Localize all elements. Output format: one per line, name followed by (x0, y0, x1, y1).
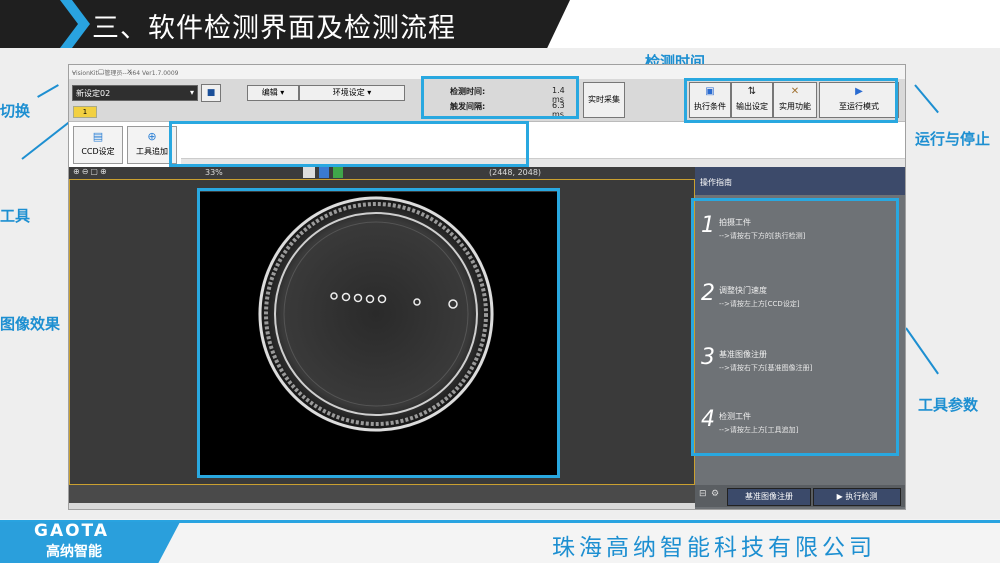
setting-value: 新设定02 (76, 89, 111, 98)
live-capture-button[interactable]: 实时采集 (583, 82, 625, 118)
highlight-tool-params (691, 198, 899, 456)
callout-tool-params: 工具参数 (918, 396, 979, 414)
setting-badge: 1 (73, 106, 97, 118)
callout-line (905, 327, 939, 375)
guide-header: 操作指南 (695, 167, 905, 195)
ccd-settings-button[interactable]: ▤ CCD设定 (73, 126, 123, 164)
register-reference-button[interactable]: 基准图像注册 (727, 488, 811, 506)
edit-menu[interactable]: 编辑 ▾ (247, 85, 299, 101)
window-controls[interactable]: – ▢ ✕ (72, 68, 899, 76)
ccd-settings-label: CCD设定 (81, 147, 115, 156)
highlight-image (197, 188, 560, 478)
callout-image-effect: 图像效果 (0, 315, 61, 333)
live-capture-label: 实时采集 (588, 95, 620, 104)
image-toolbar: ⊕⊖▢⊕ 33% (2448, 2048) (69, 167, 695, 179)
callout-switch: 切换 (0, 102, 31, 120)
env-settings-menu[interactable]: 环境设定 ▾ (299, 85, 405, 101)
zoom-level: 33% (205, 168, 223, 177)
cursor-coords: (2448, 2048) (489, 168, 542, 177)
company-name: 珠海高纳智能科技有限公司 (552, 535, 876, 561)
run-detect-button[interactable]: ▶ 执行检测 (813, 488, 901, 506)
lock-icon[interactable]: ⊟ (699, 489, 707, 499)
callout-run-stop: 运行与停止 (915, 130, 991, 148)
logo-subtitle: 高纳智能 (46, 544, 102, 560)
color-swatch[interactable] (333, 167, 343, 178)
status-bar (69, 485, 695, 503)
guide-title: 操作指南 (700, 178, 732, 187)
callout-tools: 工具 (0, 207, 31, 225)
gear-icon[interactable]: ⚙ (711, 489, 719, 499)
env-menu-label: 环境设定 (332, 88, 365, 97)
company-logo: GAOTA (34, 521, 109, 541)
guide-footer: ⊟ ⚙ 基准图像注册 ▶ 执行检测 (695, 485, 905, 507)
zoom-tools-icon[interactable]: ⊕⊖▢⊕ (73, 167, 109, 176)
grid-icon[interactable] (303, 167, 315, 178)
edit-menu-label: 编辑 (261, 88, 278, 97)
camera-icon: ▤ (92, 130, 104, 143)
callout-line (37, 84, 59, 98)
slide-title: 三、软件检测界面及检测流程 (92, 13, 456, 44)
highlight-tools (169, 121, 529, 167)
highlight-detect-time (421, 76, 579, 119)
run-detect-label: 执行检测 (845, 492, 878, 501)
register-label: 基准图像注册 (745, 492, 793, 501)
setting-select[interactable]: 新设定02 ▾ (72, 85, 198, 101)
save-icon[interactable]: ■ (201, 84, 221, 102)
chevron-down-icon: ▾ (189, 88, 194, 97)
highlight-run-stop (684, 78, 898, 123)
callout-line (914, 84, 939, 114)
color-swatch[interactable] (319, 167, 329, 178)
